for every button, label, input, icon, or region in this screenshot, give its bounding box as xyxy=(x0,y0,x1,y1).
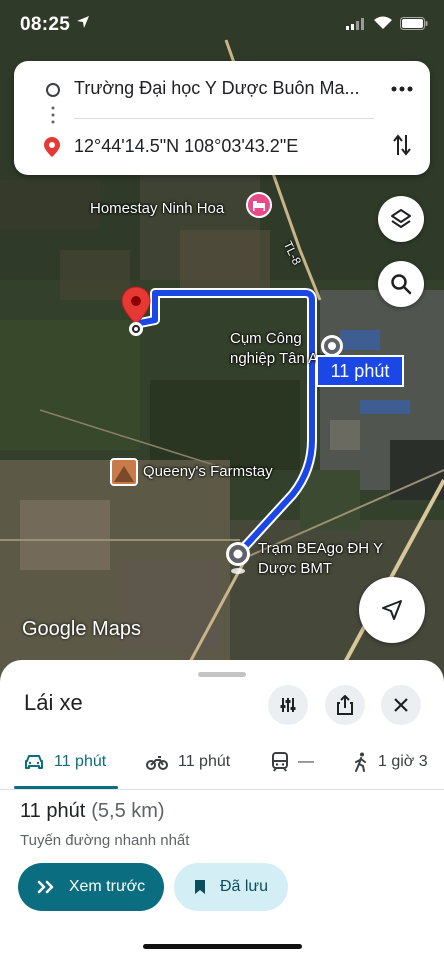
my-location-button[interactable] xyxy=(359,577,425,643)
map-label-cluster-line2[interactable]: nghiệp Tân An xyxy=(230,350,326,367)
double-chevron-icon xyxy=(37,880,54,894)
route-duration-badge[interactable]: 11 phút xyxy=(316,355,404,387)
destination-pin-icon xyxy=(44,137,60,157)
close-icon xyxy=(394,698,408,712)
location-arrow-icon xyxy=(77,16,89,28)
origin-marker-icon[interactable] xyxy=(224,540,252,576)
more-options-icon[interactable] xyxy=(390,81,414,97)
tabs-divider xyxy=(0,789,444,790)
wifi-icon xyxy=(374,16,392,29)
hotel-marker-icon[interactable] xyxy=(246,192,272,218)
mode-driving-tab[interactable]: 11 phút xyxy=(24,748,106,776)
sheet-drag-handle[interactable] xyxy=(198,672,246,677)
preview-button[interactable]: Xem trước xyxy=(18,863,164,911)
transit-icon xyxy=(272,752,288,772)
bookmark-icon xyxy=(194,880,205,894)
walk-icon xyxy=(355,752,366,772)
mode-walking-label: 1 giờ 3 xyxy=(378,753,428,770)
route-card: Trường Đại học Y Dược Buôn Ma... 12°44'1… xyxy=(14,61,430,175)
cellular-signal-icon xyxy=(346,18,364,30)
saved-label: Đã lưu xyxy=(219,878,269,895)
mode-walking-tab[interactable]: 1 giờ 3 xyxy=(354,748,428,776)
route-options-button[interactable] xyxy=(268,685,308,725)
route-summary: 11 phút (5,5 km) xyxy=(20,800,165,823)
map-label-homestay[interactable]: Homestay Ninh Hoa xyxy=(90,200,224,217)
share-icon xyxy=(337,695,353,715)
google-maps-watermark: Google Maps xyxy=(22,618,141,640)
layers-icon xyxy=(391,209,411,228)
route-note: Tuyến đường nhanh nhất xyxy=(20,832,190,849)
search-icon xyxy=(391,274,412,295)
route-time: 11 phút xyxy=(20,800,86,822)
navigation-arrow-icon xyxy=(382,600,402,620)
home-indicator[interactable] xyxy=(143,944,302,949)
search-button[interactable] xyxy=(378,261,424,307)
layers-button[interactable] xyxy=(378,196,424,242)
mode-motorbike-tab[interactable]: 11 phút xyxy=(146,748,230,776)
destination-marker-icon[interactable] xyxy=(120,286,152,338)
farmstay-thumbnail-icon[interactable] xyxy=(110,458,138,486)
close-button[interactable] xyxy=(381,685,421,725)
swap-icon[interactable] xyxy=(392,133,412,157)
origin-row[interactable]: Trường Đại học Y Dược Buôn Ma... xyxy=(14,69,430,109)
preview-label: Xem trước xyxy=(68,878,146,895)
map-label-farmstay[interactable]: Queeny's Farmstay xyxy=(143,463,273,480)
mode-motorbike-label: 11 phút xyxy=(178,753,231,770)
map-label-cluster-line1[interactable]: Cụm Công xyxy=(230,330,302,347)
directions-sheet: Lái xe 11 phút 11 phút — 1 giờ 3 11 phút… xyxy=(0,660,444,960)
mode-driving-label: 11 phút xyxy=(54,753,107,770)
tune-icon xyxy=(280,698,296,712)
map-view[interactable]: 08:25 Trường Đại học Y Dược Buôn Ma... 1… xyxy=(0,0,444,690)
card-divider xyxy=(74,118,374,119)
destination-row[interactable]: 12°44'14.5"N 108°03'43.2"E xyxy=(14,127,430,167)
status-bar: 08:25 xyxy=(0,0,444,52)
saved-button[interactable]: Đã lưu xyxy=(174,863,288,911)
origin-text[interactable]: Trường Đại học Y Dược Buôn Ma... xyxy=(74,78,360,99)
destination-text[interactable]: 12°44'14.5"N 108°03'43.2"E xyxy=(74,136,298,157)
battery-icon xyxy=(400,17,428,30)
route-connector-icon xyxy=(51,106,55,124)
map-label-station-line1[interactable]: Trạm BEAgo ĐH Y xyxy=(258,540,383,557)
map-label-station-line2[interactable]: Dược BMT xyxy=(258,560,332,577)
motorbike-icon xyxy=(146,756,168,770)
origin-circle-icon xyxy=(46,83,60,97)
route-distance: (5,5 km) xyxy=(91,800,165,822)
car-icon xyxy=(25,755,43,769)
sheet-title: Lái xe xyxy=(24,690,83,715)
mode-transit-tab[interactable]: — xyxy=(272,748,314,776)
mode-transit-label: — xyxy=(298,753,314,770)
share-button[interactable] xyxy=(325,685,365,725)
status-time: 08:25 xyxy=(20,14,71,35)
